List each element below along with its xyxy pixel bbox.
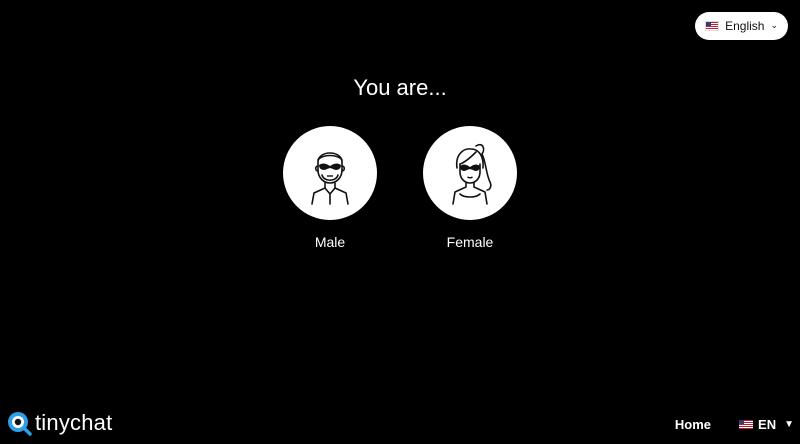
footer-language-selector[interactable]: EN ▼ (739, 417, 794, 432)
us-flag-icon (705, 21, 720, 31)
footer-language-code: EN (758, 417, 777, 432)
female-label: Female (446, 234, 494, 250)
male-option[interactable]: Male (283, 126, 377, 250)
home-link[interactable]: Home (675, 417, 711, 432)
language-label: English (725, 19, 765, 33)
logo-text: tinychat (35, 410, 113, 435)
female-avatar-button[interactable] (423, 126, 517, 220)
gender-select-page: English ⌄ You are... Male Female tinycha… (0, 0, 800, 444)
footer-nav: Home EN ▼ (675, 417, 794, 432)
page-title: You are... (353, 75, 447, 100)
us-flag-icon (739, 420, 754, 429)
language-selector[interactable]: English ⌄ (695, 12, 788, 40)
tinychat-logo-icon (8, 412, 32, 436)
caret-down-icon: ▼ (784, 419, 794, 430)
male-label: Male (314, 234, 346, 250)
tinychat-logo[interactable]: tinychat (6, 410, 112, 436)
gender-choices: Male Female (0, 126, 800, 250)
female-option[interactable]: Female (423, 126, 517, 250)
male-avatar-button[interactable] (283, 126, 377, 220)
chevron-down-icon: ⌄ (770, 19, 778, 30)
female-avatar-icon (452, 143, 492, 205)
male-avatar-icon (311, 152, 349, 205)
